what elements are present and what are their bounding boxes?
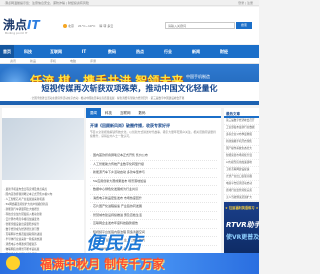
ad-tagline: ★ 往返福利英语练习 ★ — [225, 206, 259, 210]
bottom-ad-banner[interactable]: 福满中秋月 制传千万家 — [0, 253, 259, 274]
subnav-item[interactable]: 新品 — [30, 59, 36, 63]
page-headline[interactable]: 短视传媒再次斩获双项殊荣，推动中国文化轻量化 — [0, 82, 259, 96]
list-item[interactable]: 工信部发布最新行业数据 — [224, 125, 259, 132]
feature-description: 节目以全新视角解读传统文化，以创新方式讲述时代故事，吸引大量年轻观众关注，相关话… — [90, 130, 216, 138]
nav-hot[interactable]: 热点 — [126, 45, 154, 58]
list-item[interactable]: AI大模型应用加速落地 — [224, 160, 259, 167]
main-nav: 首页 科技 互联网 IT 数码 热点 行业 新闻 财经 — [0, 45, 259, 58]
tab-headlines[interactable]: 要闻 — [86, 108, 101, 116]
featured-image[interactable] — [2, 118, 84, 180]
list-item[interactable]: 智能家居市场持续升温 — [224, 153, 259, 160]
watermark-text: 便民店 — [86, 233, 143, 254]
list-item[interactable]: 电商平台促销活动启动 — [224, 181, 259, 188]
list-item[interactable]: 国内首款折叠屏笔记本正式开售 售价公布 — [90, 152, 217, 161]
search-button[interactable]: 搜索 — [236, 22, 252, 29]
banner-subtitle: 中国手机制造 — [186, 74, 210, 79]
list-item[interactable]: 5G应用创新大赛成果发布 场景落地加速 — [90, 178, 217, 186]
list-item[interactable]: 卫星互联网建设提速 — [224, 167, 259, 174]
sidebar-ad[interactable]: ★ 往返福利英语练习 ★ RTVR助手 使VR更普及 — [224, 202, 259, 257]
nav-news[interactable]: 新闻 — [182, 45, 210, 58]
weather-desc: 晴 转 多云 — [99, 24, 114, 28]
list-item[interactable]: 光伏产业出口表现亮眼 — [224, 174, 259, 181]
ad-subtitle: 使VR更普及 — [226, 234, 259, 241]
tab-digital[interactable]: 数码 — [135, 108, 150, 116]
login-links[interactable]: 登录 | 注册 — [238, 1, 253, 5]
list-item[interactable]: 国产操作系统生态壮大 — [224, 146, 259, 153]
sun-icon — [63, 24, 67, 28]
search-input[interactable] — [165, 22, 235, 29]
subnav-item[interactable]: 资讯 — [10, 59, 16, 63]
nav-industry[interactable]: 行业 — [154, 45, 182, 58]
weather-widget: 北京 21°C~10°C 晴 转 多云 — [63, 24, 113, 28]
hot-articles-list: 第三届数字经济峰会召开 工信部发布最新行业数据 多家企业公布季度财报 新款旗舰手… — [224, 118, 259, 202]
ad-title: RTVR助手 — [226, 221, 259, 229]
nav-finance[interactable]: 财经 — [210, 45, 238, 58]
subnav-item[interactable]: 电脑 — [70, 59, 76, 63]
top-notice: ·沸点网温馨提示您：注意信息安全，谨防诈骗 | 财经投资有风险 — [4, 1, 89, 5]
logo-subtitle: Boiling point IT — [5, 31, 28, 35]
list-item[interactable]: 人工智能助力传统产业数字化转型升级 — [90, 161, 217, 169]
news-ticker[interactable]: · 全国学雷锋日活动主题宣传活动在京启动 · 推动中国航天事业高质量发展 · 绿… — [0, 96, 259, 101]
bottom-ad-text: 福满中秋月 制传千万家 — [40, 257, 165, 271]
feature-title[interactable]: 开课《回顾新风尚》破圈传播，收获专家好评 — [90, 123, 170, 129]
weather-city: 北京 — [63, 24, 74, 28]
news-tabs: 要闻 科技 互联网 数码 — [86, 108, 221, 118]
hot-articles-heading: 最热文章 — [224, 108, 259, 118]
tab-tech[interactable]: 科技 — [101, 108, 116, 116]
list-item[interactable]: 无人驾驶测试范围扩大 — [224, 195, 259, 202]
list-item[interactable]: 数据中心绿色化发展成为行业共识 — [90, 186, 217, 195]
main-content: · 最新手机发布会日程安排及重点看点 · 国内首款折叠屏笔记本正式开售价格公布 … — [0, 105, 259, 274]
nav-it[interactable]: IT — [70, 45, 98, 58]
top-bar: ·沸点网温馨提示您：注意信息安全，谨防诈骗 | 财经投资有风险 登录 | 注册 — [0, 0, 259, 6]
list-item[interactable]: 新款旗舰手机开启预售 — [224, 139, 259, 146]
right-panel: 最热文章 第三届数字经济峰会召开 工信部发布最新行业数据 多家企业公布季度财报 … — [224, 108, 259, 202]
list-item[interactable]: 芯片国产化进程提速 产业链协同发展 — [90, 203, 217, 212]
site-header: 沸点IT Boiling point IT 北京 21°C~10°C 晴 转 多… — [0, 7, 259, 44]
list-item[interactable]: 第三届数字经济峰会召开 — [224, 118, 259, 125]
list-item[interactable]: 多家企业公布季度财报 — [224, 132, 259, 139]
list-item[interactable]: 游戏行业监管持续完善 — [224, 188, 259, 195]
left-panel — [2, 108, 84, 186]
subnav-item[interactable]: 评测 — [90, 59, 96, 63]
weather-temp: 21°C~10°C — [78, 24, 96, 28]
logo-text: 沸点 — [3, 18, 28, 32]
badge-icon — [6, 256, 20, 270]
nav-tech[interactable]: 科技 — [14, 45, 42, 58]
subnav-item[interactable]: 手机 — [50, 59, 56, 63]
tab-internet[interactable]: 互联网 — [116, 108, 135, 116]
logo-it: IT — [27, 18, 40, 32]
left-news-list: · 最新手机发布会日程安排及重点看点 · 国内首款折叠屏笔记本正式开售价格公布 … — [2, 185, 84, 257]
nav-internet[interactable]: 互联网 — [42, 45, 70, 58]
list-item[interactable]: 智慧城市建设持续推进 惠及百姓生活 — [90, 212, 217, 220]
list-item[interactable]: 新能源汽车下乡活动启动 多款车型参与 — [90, 169, 217, 178]
list-item[interactable]: 消费电子新品密集发布 市场热度回升 — [90, 195, 217, 203]
nav-digital[interactable]: 数码 — [98, 45, 126, 58]
list-item[interactable]: 互联网企业发布年度科技趋势报告 — [90, 220, 217, 229]
nav-home[interactable]: 首页 — [0, 45, 14, 58]
